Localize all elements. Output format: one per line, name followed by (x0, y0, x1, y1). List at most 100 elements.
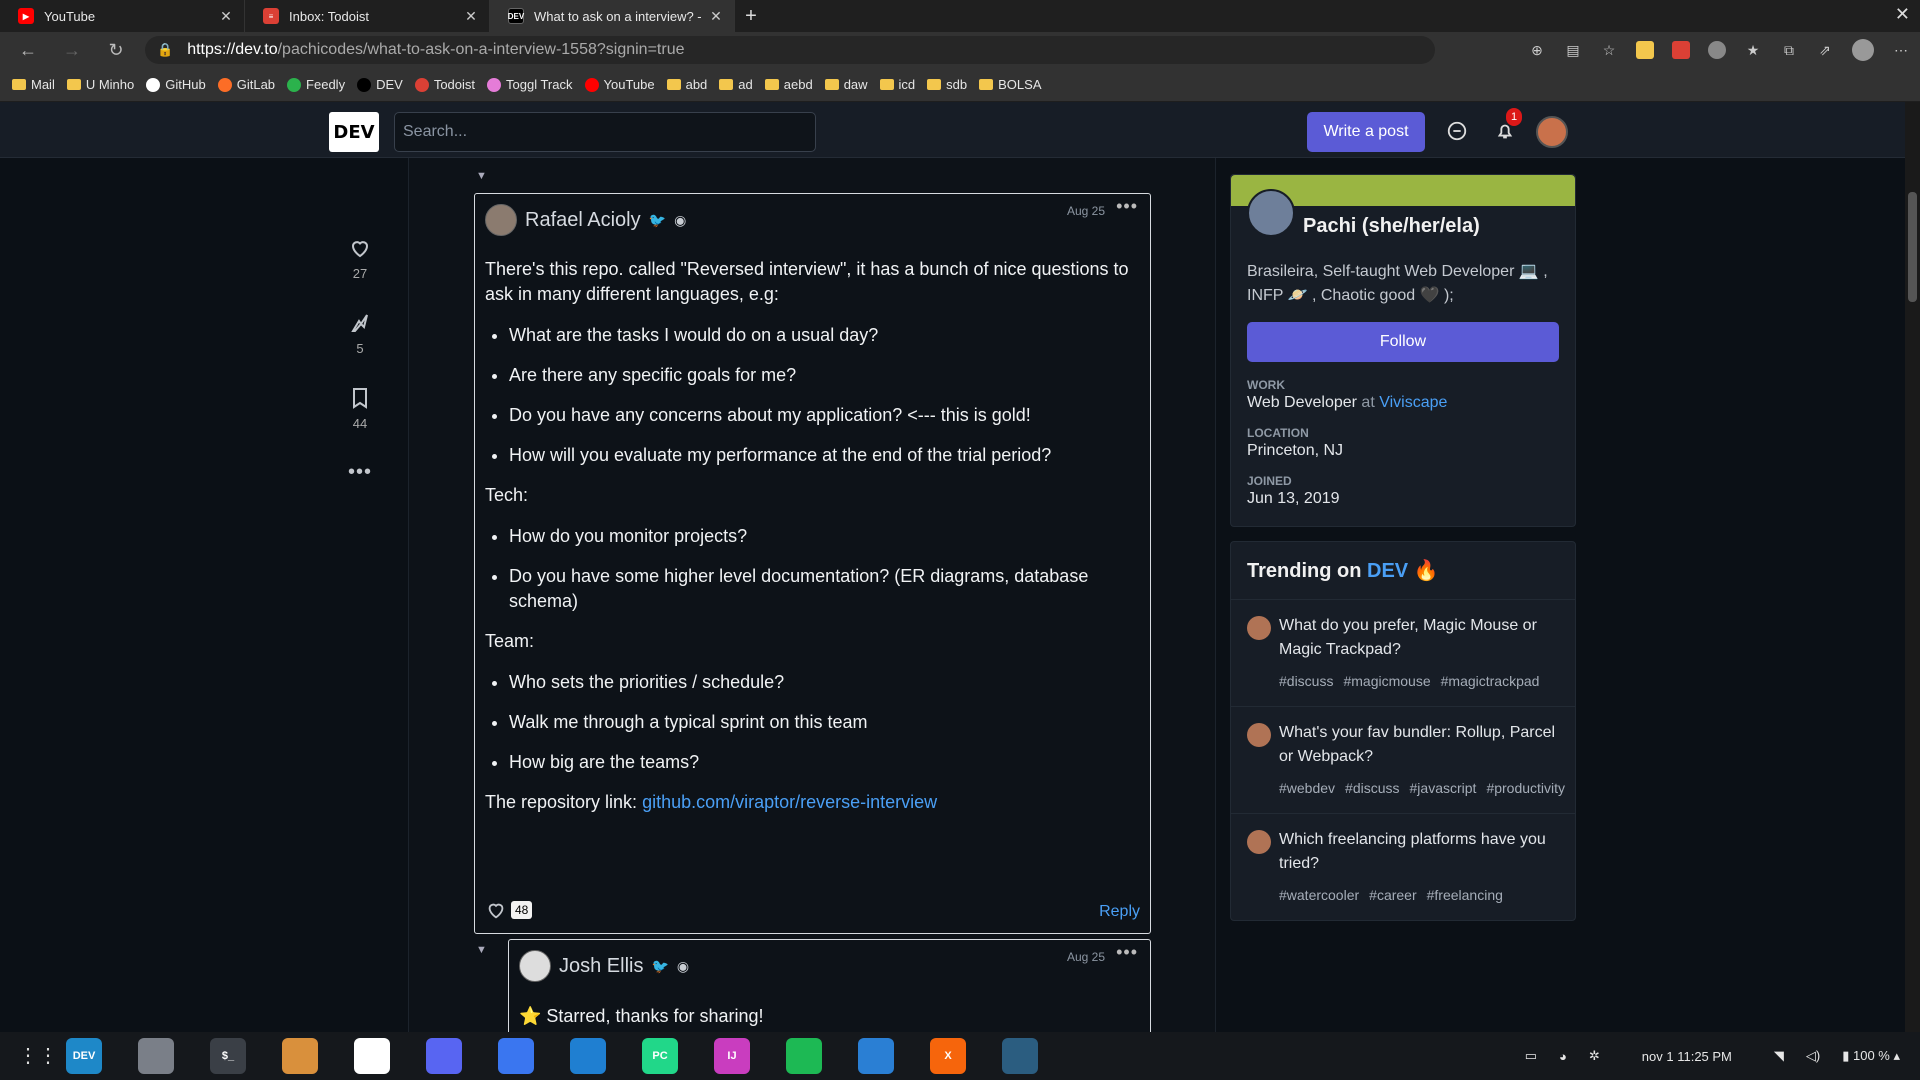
bookmark-item[interactable]: icd (879, 77, 915, 92)
installer-icon[interactable] (282, 1038, 318, 1074)
clock[interactable]: nov 1 11:25 PM (1642, 1049, 1732, 1064)
bookmark-item[interactable]: Toggl Track (487, 77, 573, 92)
files-icon[interactable] (138, 1038, 174, 1074)
tag-link[interactable]: #javascript (1410, 780, 1477, 796)
volume-icon[interactable]: ◁) (1806, 1048, 1820, 1064)
tag-link[interactable]: #magicmouse (1343, 673, 1430, 689)
search-input[interactable]: Search... (394, 112, 816, 152)
github-icon[interactable]: ◉ (674, 212, 686, 229)
author-name[interactable]: Rafael Acioly (525, 209, 641, 232)
write-post-button[interactable]: Write a post (1307, 112, 1425, 152)
battery-status[interactable]: ▮ 100 % ▴ (1842, 1048, 1900, 1064)
follow-button[interactable]: Follow (1247, 322, 1559, 362)
page-scrollbar[interactable] (1905, 102, 1920, 1032)
back-icon[interactable]: ← (6, 40, 50, 61)
close-icon[interactable]: ✕ (463, 8, 479, 25)
bookmark-item[interactable]: Mail (12, 77, 55, 92)
bookmark-item[interactable]: U Minho (66, 77, 134, 92)
bookmark-item[interactable]: BOLSA (979, 77, 1042, 92)
trending-item[interactable]: What's your fav bundler: Rollup, Parcel … (1231, 707, 1575, 814)
trending-item[interactable]: Which freelancing platforms have you tri… (1231, 814, 1575, 920)
intellij-icon[interactable]: IJ (714, 1038, 750, 1074)
tab-youtube[interactable]: ▶ YouTube ✕ (0, 0, 245, 32)
collections-icon[interactable]: ⧉ (1780, 41, 1798, 59)
bookmark-item[interactable]: DEV (357, 77, 403, 92)
bookmark-item[interactable]: aebd (764, 77, 813, 92)
author-name[interactable]: Josh Ellis (559, 955, 643, 978)
tag-link[interactable]: #discuss (1345, 780, 1399, 796)
close-icon[interactable]: ✕ (708, 8, 724, 25)
tag-link[interactable]: #webdev (1279, 780, 1335, 796)
more-options-icon[interactable]: ••• (340, 461, 380, 484)
comment-like-button[interactable]: 48 (485, 899, 533, 921)
vscode-icon[interactable] (570, 1038, 606, 1074)
repo-link[interactable]: github.com/viraptor/reverse-interview (642, 792, 937, 812)
twitter-icon[interactable]: 🐦 (651, 958, 668, 975)
avatar[interactable] (519, 950, 551, 982)
comment-more-icon[interactable]: ••• (1116, 196, 1138, 217)
tag-link[interactable]: #magictrackpad (1441, 673, 1540, 689)
tab-dev[interactable]: DEV What to ask on a interview? - ✕ (490, 0, 735, 32)
share-icon[interactable]: ⇗ (1816, 41, 1834, 59)
trending-title[interactable]: Which freelancing platforms have you tri… (1279, 828, 1559, 876)
profile-icon[interactable] (1852, 39, 1874, 61)
bookmark-item[interactable]: sdb (927, 77, 967, 92)
tag-link[interactable]: #watercooler (1279, 887, 1359, 903)
profile-name[interactable]: Pachi (she/her/ela) (1303, 215, 1480, 238)
reload-icon[interactable]: ↻ (94, 40, 138, 61)
save-reaction[interactable]: 44 (340, 386, 380, 431)
favorites-icon[interactable]: ★ (1744, 41, 1762, 59)
trending-item[interactable]: What do you prefer, Magic Mouse or Magic… (1231, 600, 1575, 707)
discord-icon[interactable] (426, 1038, 462, 1074)
bookmark-item[interactable]: daw (824, 77, 868, 92)
dev-link[interactable]: DEV (1367, 560, 1408, 582)
signal-icon[interactable] (498, 1038, 534, 1074)
bookmark-item[interactable]: ad (719, 77, 753, 92)
bookmark-item[interactable]: GitLab (217, 77, 275, 92)
bookmark-item[interactable]: GitHub (146, 77, 206, 92)
reader-icon[interactable]: ▤ (1564, 41, 1582, 59)
collapse-triangle-icon[interactable]: ▼ (476, 944, 487, 956)
wifi-icon[interactable]: ◥ (1774, 1048, 1784, 1064)
comment-more-icon[interactable]: ••• (1116, 942, 1138, 963)
chat-icon[interactable] (1446, 120, 1468, 142)
tab-todoist[interactable]: ≡ Inbox: Todoist ✕ (245, 0, 490, 32)
like-reaction[interactable]: 27 (340, 236, 380, 281)
reply-button[interactable]: Reply (1099, 903, 1140, 921)
extension-todoist-icon[interactable] (1672, 41, 1690, 59)
more-icon[interactable]: ⋯ (1892, 41, 1910, 59)
comment-date[interactable]: Aug 25 (1067, 950, 1105, 964)
edge-icon[interactable]: DEV (66, 1038, 102, 1074)
github-icon[interactable]: ◉ (677, 958, 689, 975)
forward-icon[interactable]: → (50, 40, 94, 61)
window-close-icon[interactable]: ✕ (1895, 4, 1910, 25)
scrollbar-thumb[interactable] (1908, 192, 1917, 302)
xampp-icon[interactable]: X (930, 1038, 966, 1074)
terminal-icon[interactable]: $_ (210, 1038, 246, 1074)
avatar[interactable] (1247, 189, 1295, 237)
slack-icon[interactable] (354, 1038, 390, 1074)
bookmark-item[interactable]: Todoist (414, 77, 475, 92)
address-bar[interactable]: 🔒 https://dev.to/pachicodes/what-to-ask-… (145, 36, 1435, 64)
extension-toggl-icon[interactable] (1708, 41, 1726, 59)
bookmark-item[interactable]: YouTube (584, 77, 655, 92)
trending-title[interactable]: What do you prefer, Magic Mouse or Magic… (1279, 614, 1559, 662)
user-avatar[interactable] (1536, 116, 1568, 148)
bookmark-item[interactable]: Feedly (287, 77, 345, 92)
discord-tray-icon[interactable]: ◕ (1559, 1049, 1567, 1064)
new-tab-button[interactable]: + (735, 0, 767, 32)
comment-date[interactable]: Aug 25 (1067, 204, 1105, 218)
extension-yellow-icon[interactable] (1636, 41, 1654, 59)
bookmark-item[interactable]: abd (666, 77, 707, 92)
tag-link[interactable]: #discuss (1279, 673, 1333, 689)
twitter-icon[interactable]: 🐦 (649, 212, 666, 229)
favorite-star-icon[interactable]: ☆ (1600, 41, 1618, 59)
tag-link[interactable]: #career (1369, 887, 1416, 903)
close-icon[interactable]: ✕ (218, 8, 234, 25)
dev-logo[interactable]: DEV (329, 112, 379, 152)
pycharm-icon[interactable]: PC (642, 1038, 678, 1074)
tag-link[interactable]: #freelancing (1427, 887, 1503, 903)
tag-link[interactable]: #productivity (1486, 780, 1565, 796)
avatar[interactable] (485, 204, 517, 236)
collapse-triangle-icon[interactable]: ▼ (476, 170, 487, 182)
